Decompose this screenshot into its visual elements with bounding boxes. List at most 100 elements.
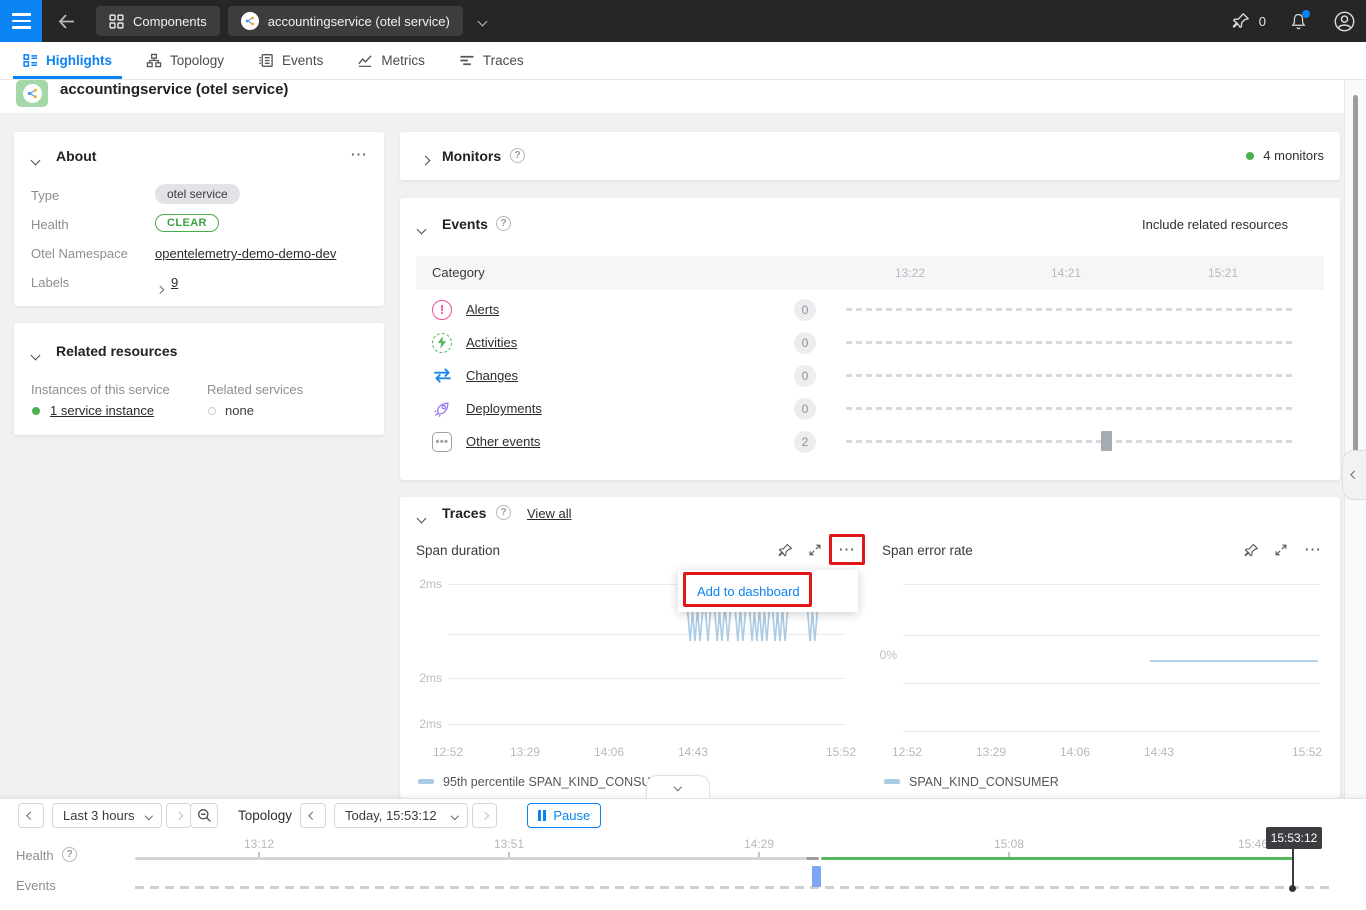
alerts-link[interactable]: Alerts xyxy=(466,302,499,317)
other-events-icon: ••• xyxy=(432,432,452,452)
event-row-changes: Changes 0 xyxy=(416,359,1324,392)
traces-title: Traces xyxy=(442,505,486,521)
expand-chart-icon[interactable] xyxy=(803,538,827,562)
time-range-select[interactable]: Last 3 hours xyxy=(52,803,162,828)
about-menu-icon[interactable]: ⋯ xyxy=(350,150,368,160)
pin-count: 0 xyxy=(1259,14,1266,29)
scrollbar-thumb[interactable] xyxy=(1353,95,1358,455)
activities-count: 0 xyxy=(794,332,816,354)
topology-mode-label: Topology xyxy=(238,808,292,823)
timeline-collapse-tab[interactable] xyxy=(646,775,710,798)
x-tick-label: 15:52 xyxy=(826,745,856,759)
labels-count-link[interactable]: 9 xyxy=(171,275,178,290)
deployments-count: 0 xyxy=(794,398,816,420)
monitors-title: Monitors xyxy=(442,148,501,164)
collapse-chevron-icon[interactable] xyxy=(418,509,425,527)
health-timeline-green[interactable] xyxy=(821,857,1293,860)
tab-label: Traces xyxy=(483,53,524,68)
tab-highlights[interactable]: Highlights xyxy=(11,42,124,79)
span-duration-title: Span duration xyxy=(416,543,500,558)
tab-events[interactable]: Events xyxy=(246,42,335,79)
menu-icon[interactable] xyxy=(0,0,42,42)
collapse-chevron-icon[interactable] xyxy=(32,151,39,169)
alerts-timeline xyxy=(846,308,1294,311)
changes-icon xyxy=(432,366,452,386)
help-icon[interactable]: ? xyxy=(62,847,77,862)
pin-icon[interactable] xyxy=(1229,9,1253,33)
expand-chart-icon[interactable] xyxy=(1269,538,1293,562)
tab-topology[interactable]: Topology xyxy=(134,42,236,79)
tab-label: Highlights xyxy=(46,53,112,68)
x-tick-label: 15:52 xyxy=(1292,745,1322,759)
annotation-box-menu-item xyxy=(683,572,812,607)
other-events-link[interactable]: Other events xyxy=(466,434,540,449)
about-title: About xyxy=(56,148,96,164)
collapse-chevron-icon[interactable] xyxy=(418,220,425,238)
activities-link[interactable]: Activities xyxy=(466,335,517,350)
chevron-down-icon xyxy=(674,783,682,791)
pin-chart-icon[interactable] xyxy=(773,538,797,562)
notifications-bell-icon[interactable] xyxy=(1286,9,1310,33)
view-all-link[interactable]: View all xyxy=(527,506,572,521)
other-events-marker[interactable] xyxy=(1101,431,1112,451)
zoom-out-icon xyxy=(197,808,212,823)
monitors-card: Monitors ? 4 monitors xyxy=(400,132,1340,180)
back-button[interactable] xyxy=(54,9,78,33)
pause-icon xyxy=(538,810,547,821)
events-table-header: Category 13:22 14:21 15:21 xyxy=(416,256,1324,290)
other-events-count: 2 xyxy=(794,431,816,453)
metrics-icon xyxy=(357,53,373,68)
health-timeline-unknown[interactable] xyxy=(806,857,819,860)
about-namespace-label: Otel Namespace xyxy=(31,246,128,261)
page-title: accountingservice (otel service) xyxy=(60,81,288,98)
x-tick-label: 14:43 xyxy=(678,745,708,759)
y-tick-label: 2ms xyxy=(402,717,442,731)
help-icon[interactable]: ? xyxy=(496,216,511,231)
pin-chart-icon[interactable] xyxy=(1239,538,1263,562)
user-avatar[interactable] xyxy=(1332,9,1356,33)
tab-components[interactable]: Components xyxy=(96,6,220,36)
time-cursor-dot[interactable] xyxy=(1289,885,1296,892)
changes-count: 0 xyxy=(794,365,816,387)
labels-expand-chevron-icon[interactable] xyxy=(157,279,163,297)
time-cursor-tooltip: 15:53:12 xyxy=(1266,827,1322,849)
range-back-button[interactable] xyxy=(18,803,44,828)
span-error-rate-title: Span error rate xyxy=(882,543,973,558)
service-share-icon xyxy=(241,12,259,30)
help-icon[interactable]: ? xyxy=(510,148,525,163)
footer-time-label: 13:12 xyxy=(244,837,274,851)
help-icon[interactable]: ? xyxy=(496,505,511,520)
footer-time-label: 15:08 xyxy=(994,837,1024,851)
x-tick-label: 14:06 xyxy=(594,745,624,759)
chart-menu-icon[interactable]: ⋯ xyxy=(1301,538,1325,562)
time-back-button[interactable] xyxy=(300,803,326,828)
y-tick-label: 2ms xyxy=(402,671,442,685)
events-marker-blue[interactable] xyxy=(812,866,821,887)
health-dot-green xyxy=(32,407,40,415)
events-timeline-dashed[interactable] xyxy=(135,886,1335,889)
tab-metrics[interactable]: Metrics xyxy=(345,42,437,79)
deployments-link[interactable]: Deployments xyxy=(466,401,542,416)
collapse-chevron-icon[interactable] xyxy=(32,346,39,364)
time-forward-button[interactable] xyxy=(472,803,497,828)
changes-link[interactable]: Changes xyxy=(466,368,518,383)
zoom-out-button[interactable] xyxy=(190,803,218,828)
current-time-value: Today, 15:53:12 xyxy=(345,808,437,823)
tab-traces[interactable]: Traces xyxy=(447,42,536,79)
side-panel-handle[interactable] xyxy=(1342,450,1366,500)
service-instance-link[interactable]: 1 service instance xyxy=(50,403,154,418)
namespace-link[interactable]: opentelemetry-demo-demo-dev xyxy=(155,246,336,261)
range-forward-button[interactable] xyxy=(166,803,191,828)
current-time-select[interactable]: Today, 15:53:12 xyxy=(334,803,468,828)
scrollbar-track[interactable] xyxy=(1344,80,1366,798)
pause-button[interactable]: Pause xyxy=(527,803,601,828)
related-services-value: none xyxy=(225,403,254,418)
time-cursor-line[interactable] xyxy=(1292,848,1294,888)
expand-chevron-icon[interactable] xyxy=(422,151,429,169)
tab-entity[interactable]: accountingservice (otel service) xyxy=(228,6,463,36)
span-duration-legend: 95th percentile SPAN_KIND_CONSUMER xyxy=(418,775,678,789)
related-resources-title: Related resources xyxy=(56,343,177,359)
tab-label: Topology xyxy=(170,53,224,68)
health-timeline-gray[interactable] xyxy=(135,857,806,860)
tabs-dropdown-button[interactable] xyxy=(471,9,495,33)
